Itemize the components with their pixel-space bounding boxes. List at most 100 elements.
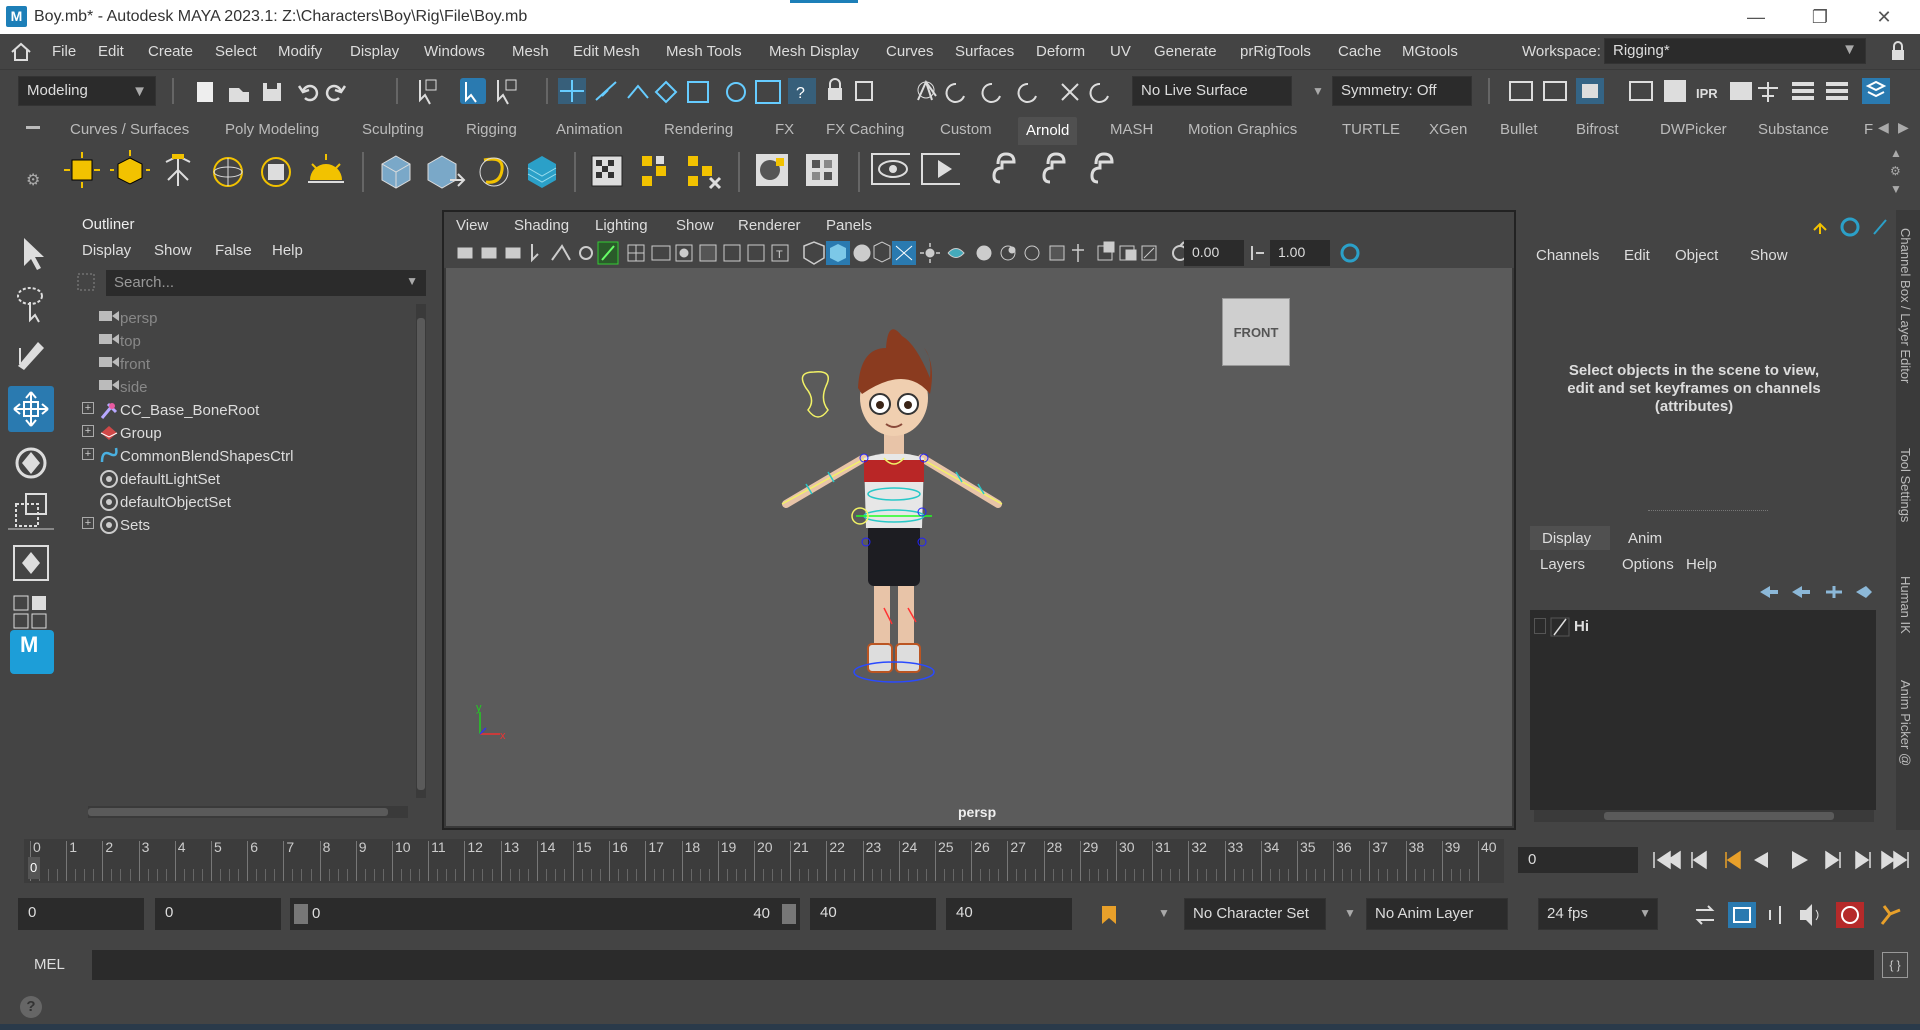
menu-file[interactable]: File [52, 43, 76, 60]
vp-menu-panels[interactable]: Panels [826, 217, 872, 234]
outliner-menu-display[interactable]: Display [82, 242, 131, 259]
character-set-dropdown[interactable]: No Character Set [1184, 898, 1326, 930]
boy-character-rig[interactable] [746, 308, 1046, 688]
shelf-scroll-up-icon[interactable]: ▲ [1890, 146, 1902, 160]
skydome-light-icon[interactable] [208, 150, 248, 192]
menu-mgtools[interactable]: MGtools [1402, 43, 1458, 60]
workspace-dropdown[interactable]: Rigging* ▼ [1604, 38, 1866, 64]
side-tab-anim-picker[interactable]: Anim Picker @ [1898, 680, 1913, 766]
fps-dropdown[interactable]: 24 fps ▼ [1538, 898, 1658, 930]
home-icon[interactable] [10, 42, 32, 62]
shader-ball-icon[interactable] [752, 150, 792, 192]
shelf-scroll-down-icon[interactable]: ▼ [1890, 182, 1902, 196]
outliner-filter-icon[interactable] [76, 272, 96, 292]
flush-caches-icon[interactable] [684, 150, 724, 192]
shelf-tab-xgen[interactable]: XGen [1429, 121, 1467, 138]
menu-create[interactable]: Create [148, 43, 193, 60]
help-icon[interactable]: ? [20, 996, 42, 1018]
playback-option-icons[interactable] [1690, 900, 1910, 930]
export-standin-icon[interactable] [426, 150, 466, 192]
render-icons-group[interactable]: IPR [1508, 76, 1918, 106]
shelf-tab-substance[interactable]: Substance [1758, 121, 1829, 138]
view-icon[interactable] [870, 150, 910, 192]
layers-menu[interactable]: Layers [1540, 556, 1585, 573]
standin-icon[interactable] [376, 150, 416, 192]
mesh-light-icon[interactable] [110, 150, 150, 192]
layer-action-icons[interactable] [1756, 582, 1876, 602]
vp-menu-shading[interactable]: Shading [514, 217, 569, 234]
side-tab-tool-settings[interactable]: Tool Settings [1898, 448, 1913, 522]
expand-icon[interactable]: + [82, 448, 94, 460]
color-management-icon[interactable] [1340, 242, 1364, 264]
layer-tab-display[interactable]: Display [1530, 526, 1610, 550]
playback-controls[interactable] [1650, 847, 1912, 873]
menu-mesh[interactable]: Mesh [512, 43, 549, 60]
snap-icons-group[interactable]: ? [556, 76, 876, 106]
command-input[interactable] [92, 950, 1874, 980]
range-slider-bar[interactable]: 0 40 [290, 898, 800, 930]
outliner-search-input[interactable]: Search... ▼ [106, 270, 426, 296]
outliner-vscroll[interactable] [416, 304, 426, 798]
render-view-icon[interactable] [586, 150, 626, 192]
anim-end-field[interactable]: 40 [810, 898, 936, 930]
shelf-tab-motion-graphics[interactable]: Motion Graphics [1188, 121, 1297, 138]
channels-edit-menu[interactable]: Edit [1624, 247, 1650, 264]
area-light-icon[interactable] [62, 150, 102, 192]
maya-badge-icon[interactable]: M [10, 630, 54, 674]
move-tool-button[interactable] [8, 386, 54, 432]
shelf-options-icon[interactable]: ⚙ [1890, 164, 1901, 178]
channel-box-header-icons[interactable] [1810, 216, 1894, 238]
outliner-item-sets[interactable]: + Sets [68, 511, 408, 539]
layers-help-menu[interactable]: Help [1686, 556, 1717, 573]
symmetry-field[interactable]: Symmetry: Off [1332, 76, 1472, 106]
python-script-icon-2[interactable] [1040, 150, 1080, 192]
menu-edit-mesh[interactable]: Edit Mesh [573, 43, 640, 60]
channels-menu[interactable]: Channels [1536, 247, 1599, 264]
script-editor-icon[interactable]: { } [1882, 952, 1908, 978]
select-tool-icon[interactable] [8, 230, 54, 276]
physical-sky-icon[interactable] [306, 150, 346, 192]
menu-curves[interactable]: Curves [886, 43, 934, 60]
volume-icon[interactable] [522, 150, 562, 192]
vp-menu-show[interactable]: Show [676, 217, 714, 234]
shelf-tab-dwpicker[interactable]: DWPicker [1660, 121, 1727, 138]
anim-start-field[interactable]: 0 [155, 898, 281, 930]
shelf-tab-bifrost[interactable]: Bifrost [1576, 121, 1619, 138]
shelf-tab-poly-modeling[interactable]: Poly Modeling [225, 121, 319, 138]
layer-tab-anim[interactable]: Anim [1628, 530, 1662, 547]
chevron-right-icon[interactable]: ▶ [1898, 119, 1909, 136]
single-perspective-layout-icon[interactable] [8, 540, 54, 586]
viewport-field-a[interactable]: 0.00 [1184, 240, 1244, 266]
light-portal-icon[interactable] [256, 150, 296, 192]
texture-manager-icon[interactable] [634, 150, 674, 192]
viewport-field-b[interactable]: 1.00 [1270, 240, 1330, 266]
layer-edit-icon[interactable] [1550, 617, 1570, 637]
shelf-tab-bullet[interactable]: Bullet [1500, 121, 1538, 138]
shelf-tab-overflow[interactable]: F [1864, 121, 1873, 138]
scene-start-field[interactable]: 0 [18, 898, 144, 930]
menu-uv[interactable]: UV [1110, 43, 1131, 60]
menu-select[interactable]: Select [215, 43, 257, 60]
scene-end-field[interactable]: 40 [946, 898, 1072, 930]
history-icons-group[interactable] [912, 76, 1112, 106]
shelf-tab-custom[interactable]: Custom [940, 121, 992, 138]
photometric-light-icon[interactable] [158, 150, 198, 192]
rotate-tool-icon[interactable] [8, 440, 54, 486]
viewport-canvas[interactable]: FRONT y x persp [446, 268, 1512, 826]
shelf-tab-rigging[interactable]: Rigging [466, 121, 517, 138]
channels-object-menu[interactable]: Object [1675, 247, 1718, 264]
outliner-menu-show[interactable]: Show [154, 242, 192, 259]
layer-visibility-toggle[interactable] [1534, 618, 1546, 634]
shader-grid-icon[interactable] [802, 150, 842, 192]
paint-select-tool-icon[interactable] [8, 330, 54, 376]
menu-edit[interactable]: Edit [98, 43, 124, 60]
shelf-tab-sculpting[interactable]: Sculpting [362, 121, 424, 138]
file-icons-group[interactable] [195, 80, 365, 104]
live-surface-field[interactable]: No Live Surface [1132, 76, 1292, 106]
vp-menu-lighting[interactable]: Lighting [595, 217, 648, 234]
anim-layer-dropdown[interactable]: No Anim Layer [1366, 898, 1508, 930]
expand-icon[interactable]: + [82, 402, 94, 414]
character-set-chevron-icon[interactable]: ▼ [1158, 906, 1170, 920]
minimize-button[interactable]: — [1736, 4, 1776, 30]
chevron-down-icon[interactable]: ▼ [406, 274, 418, 288]
